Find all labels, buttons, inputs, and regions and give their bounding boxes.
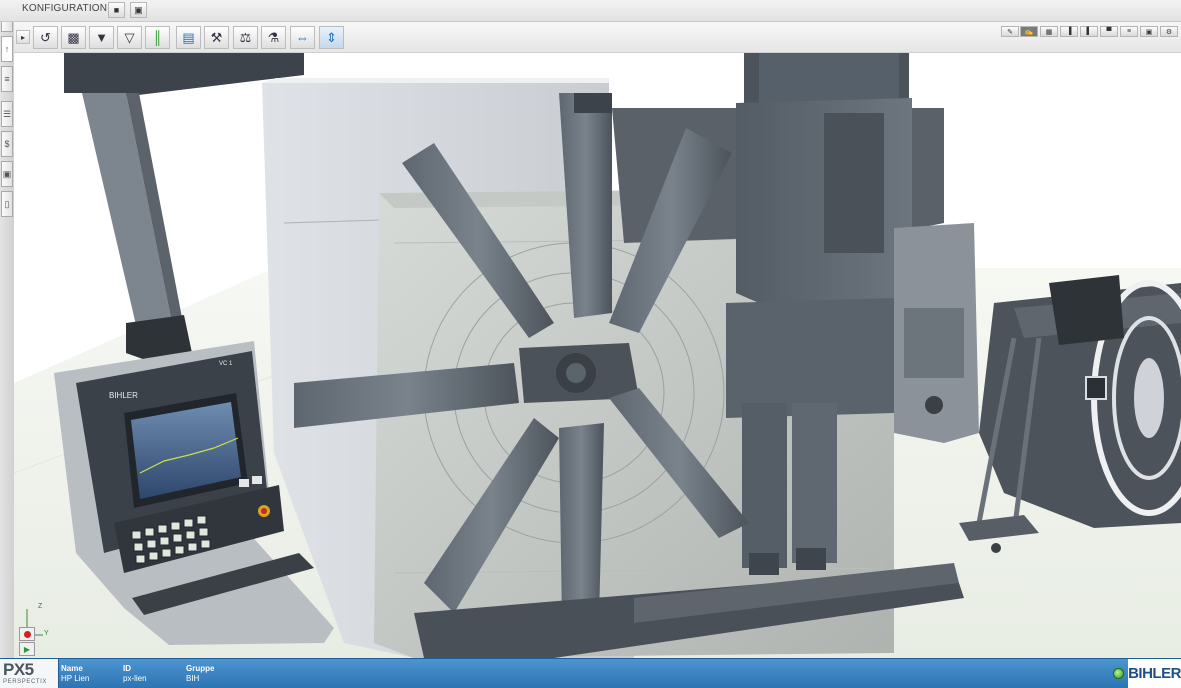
align-middle-icon[interactable]: ≡: [1120, 26, 1138, 37]
move-horizontal-icon[interactable]: ⇔: [290, 26, 315, 49]
status-bar: PX5 PERSPECTIX Name HP Lien ID px-lien G…: [0, 658, 1181, 688]
gripper-icon[interactable]: ⚗: [261, 26, 286, 49]
settings-icon[interactable]: ⚙: [1160, 26, 1178, 37]
camera-view-icon[interactable]: ▩: [61, 26, 86, 49]
machine-icon[interactable]: ▣: [1, 161, 13, 187]
dollar-icon[interactable]: $: [1, 131, 13, 157]
tool-unit-alt-icon[interactable]: ▽: [117, 26, 142, 49]
screw-icon[interactable]: ⚒: [204, 26, 229, 49]
window-icon[interactable]: ▣: [130, 2, 147, 18]
status-id-value: px-lien: [123, 674, 147, 683]
panel-brand: BIHLER: [109, 391, 138, 400]
status-id: ID px-lien: [123, 664, 147, 684]
connection-status-icon[interactable]: [1113, 668, 1124, 679]
save-icon[interactable]: ■: [108, 2, 125, 18]
product-subtitle: PERSPECTIX: [3, 679, 48, 685]
record-button[interactable]: [19, 627, 35, 641]
left-sidebar: i ↑ ≡ ☰ $ ▣ ▯: [0, 0, 15, 658]
title-bar: KONFIGURATION ■ ▣: [0, 0, 1181, 22]
chart-icon[interactable]: ↑: [1, 36, 13, 62]
machine-scene: BIHLER VC 1: [14, 53, 1181, 658]
product-name: PX5: [3, 660, 34, 679]
rotate-icon[interactable]: ↺: [33, 26, 58, 49]
document-icon[interactable]: ≡: [1, 66, 13, 92]
align-top-icon[interactable]: ▀: [1100, 26, 1118, 37]
draw-icon[interactable]: ✍: [1020, 26, 1038, 37]
rail-icon[interactable]: ║: [145, 26, 170, 49]
3d-viewport[interactable]: BIHLER VC 1 Z Y: [14, 53, 1181, 658]
panel-label: VC 1: [219, 361, 233, 367]
status-group: Gruppe BIH: [186, 664, 214, 684]
status-name-header: Name: [61, 664, 83, 673]
arm-icon[interactable]: ⚖: [233, 26, 258, 49]
status-group-header: Gruppe: [186, 664, 215, 673]
status-name-value: HP Lien: [61, 674, 90, 683]
align-right-icon[interactable]: ▌: [1080, 26, 1098, 37]
status-name: Name HP Lien: [61, 664, 89, 684]
page-title: KONFIGURATION: [22, 3, 108, 14]
play-icon[interactable]: ▸: [16, 30, 30, 44]
status-group-value: BIH: [186, 674, 200, 683]
pencil-icon[interactable]: ✎: [1001, 26, 1019, 37]
play-button[interactable]: ▶: [19, 642, 35, 656]
notes-icon[interactable]: ☰: [1, 101, 13, 127]
move-vertical-icon[interactable]: ⇕: [319, 26, 344, 49]
grid-icon[interactable]: ▦: [1040, 26, 1058, 37]
align-left-icon[interactable]: ▐: [1060, 26, 1078, 37]
record-icon: [23, 630, 31, 638]
bihler-logo: BIHLER: [1128, 659, 1181, 688]
px5-logo: PX5 PERSPECTIX: [0, 659, 59, 688]
main-toolbar: ▸ ↺ ▩ ▼ ▽ ║ ▤ ⚒ ⚖ ⚗ ⇔ ⇕ ✎ ✍ ▦ ▐ ▌ ▀ ≡ ▣ …: [14, 22, 1181, 53]
layout-icon[interactable]: ▣: [1140, 26, 1158, 37]
module-icon[interactable]: ▤: [176, 26, 201, 49]
copy-icon[interactable]: ▯: [1, 191, 13, 217]
status-id-header: ID: [123, 664, 131, 673]
tool-unit-icon[interactable]: ▼: [89, 26, 114, 49]
